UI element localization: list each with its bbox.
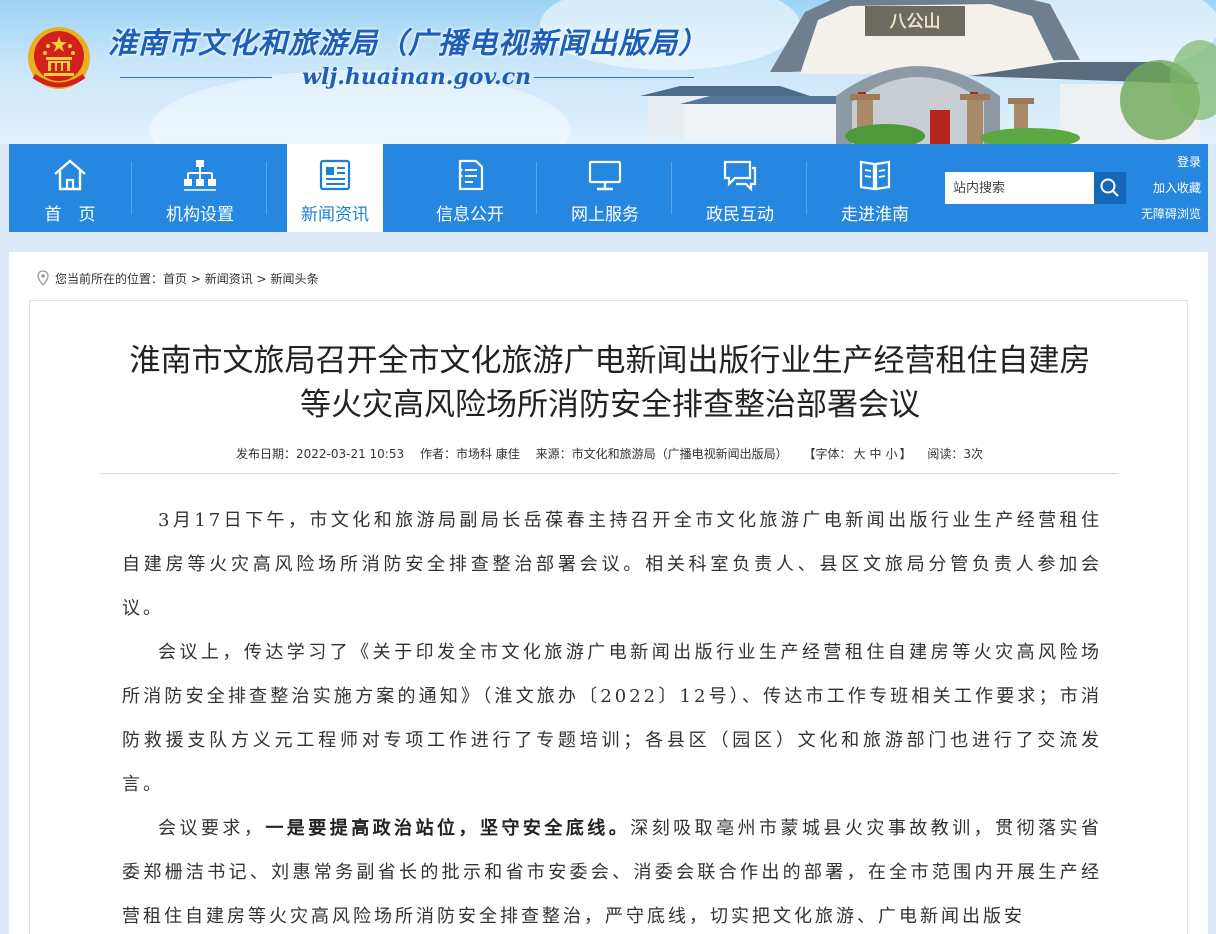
article-title-line2: 等火灾高风险场所消防安全排查整治部署会议 — [300, 387, 920, 423]
article-body: 3月17日下午，市文化和旅游局副局长岳葆春主持召开全市文化旅游广电新闻出版行业生… — [122, 499, 1102, 934]
site-title: 淮南市文化和旅游局（广播电视新闻出版局） — [108, 26, 709, 60]
accessible-browse-link[interactable]: 无障碍浏览 — [1131, 204, 1201, 230]
nav-label-about-huainan: 走进淮南 — [841, 205, 909, 225]
login-link[interactable]: 登录 — [1131, 152, 1201, 178]
article-frame: 淮南市文旅局召开全市文化旅游广电新闻出版行业生产经营租住自建房 等火灾高风险场所… — [29, 300, 1188, 934]
search-input[interactable] — [945, 172, 1094, 204]
article-meta: 发布日期：2022-03-21 10:53 作者：市场科 康佳 来源：市文化和旅… — [30, 445, 1189, 462]
font-size-switcher: 【字体：大中小】 — [803, 447, 911, 461]
breadcrumb: 您当前所在的位置：首页 > 新闻资讯 > 新闻头条 — [37, 270, 319, 287]
font-large-button[interactable]: 大 — [853, 447, 865, 461]
breadcrumb-separator: > — [256, 272, 267, 286]
publish-date: 发布日期：2022-03-21 10:53 — [235, 447, 405, 461]
svg-text:八公山: 八公山 — [890, 12, 941, 32]
nav-label-info-disclosure: 信息公开 — [436, 205, 504, 225]
nav-item-news[interactable]: 新闻资讯 — [287, 144, 383, 232]
article-title: 淮南市文旅局召开全市文化旅游广电新闻出版行业生产经营租住自建房 等火灾高风险场所… — [70, 339, 1150, 427]
paragraph-1: 3月17日下午，市文化和旅游局副局长岳葆春主持召开全市文化旅游广电新闻出版行业生… — [122, 510, 1102, 619]
font-size-suffix: 】 — [899, 447, 912, 461]
nav-separator — [266, 162, 267, 214]
paragraph-2: 会议上，传达学习了《关于印发全市文化旅游广电新闻出版行业生产经营租住自建房等火灾… — [122, 642, 1102, 795]
nav-label-news: 新闻资讯 — [301, 205, 369, 225]
article-title-line1: 淮南市文旅局召开全市文化旅游广电新闻出版行业生产经营租住自建房 — [129, 343, 1091, 379]
nav-item-online-service[interactable]: 网上服务 — [557, 144, 653, 232]
nav-item-about-huainan[interactable]: 走进淮南 — [827, 144, 923, 232]
nav-label-interaction: 政民互动 — [706, 205, 774, 225]
banner-gate-illustration: 八公山 — [640, 0, 1216, 144]
nav-item-info-disclosure[interactable]: 信息公开 — [422, 144, 518, 232]
url-rule-left — [120, 77, 272, 78]
author: 作者：市场科 康佳 — [419, 447, 520, 461]
paragraph-3-lead: 会议要求， — [158, 818, 266, 839]
breadcrumb-current-link[interactable]: 新闻头条 — [270, 272, 318, 286]
meta-divider — [100, 473, 1118, 474]
paragraph-3: 会议要求，一是要提高政治站位，坚守安全底线。深刻吸取亳州市蒙城县火灾事故教训，贯… — [122, 807, 1102, 934]
source: 来源：市文化和旅游局（广播电视新闻出版局） — [535, 447, 788, 461]
org-chart-icon — [184, 160, 216, 191]
add-favorite-link[interactable]: 加入收藏 — [1131, 178, 1201, 204]
utility-links: 登录 加入收藏 无障碍浏览 — [1131, 152, 1201, 230]
site-url: wlj.huainan.gov.cn — [302, 64, 532, 90]
breadcrumb-home-link[interactable]: 首页 — [163, 272, 187, 286]
search-button[interactable] — [1094, 172, 1126, 204]
font-size-prefix: 【字体： — [803, 447, 852, 461]
nav-label-home: 首 页 — [44, 205, 96, 225]
breadcrumb-prefix: 您当前所在的位置： — [55, 272, 164, 286]
nav-item-home[interactable]: 首 页 — [22, 144, 118, 232]
breadcrumb-separator: > — [190, 272, 201, 286]
font-medium-button[interactable]: 中 — [869, 447, 881, 461]
nav-label-organization: 机构设置 — [166, 205, 234, 225]
nav-label-online-service: 网上服务 — [571, 205, 639, 225]
book-icon — [859, 160, 891, 191]
chat-icon — [723, 160, 757, 192]
font-small-button[interactable]: 小 — [886, 447, 898, 461]
nav-separator — [671, 162, 672, 214]
monitor-icon — [588, 160, 622, 191]
search-icon — [1100, 178, 1119, 197]
home-icon — [54, 159, 86, 191]
document-icon — [458, 159, 484, 191]
nav-item-organization[interactable]: 机构设置 — [152, 144, 248, 232]
header-banner: 淮南市文化和旅游局（广播电视新闻出版局） wlj.huainan.gov.cn … — [0, 0, 1216, 144]
paragraph-3-bold: 一是要提高政治站位，坚守安全底线。 — [265, 818, 631, 839]
nav-separator — [806, 162, 807, 214]
content-panel: 您当前所在的位置：首页 > 新闻资讯 > 新闻头条 淮南市文旅局召开全市文化旅游… — [9, 252, 1208, 934]
breadcrumb-section-link[interactable]: 新闻资讯 — [205, 272, 253, 286]
nav-separator — [536, 162, 537, 214]
location-pin-icon — [37, 270, 49, 286]
nav-item-interaction[interactable]: 政民互动 — [692, 144, 788, 232]
newspaper-icon — [319, 159, 351, 191]
nav-separator — [131, 162, 132, 214]
national-emblem-icon — [28, 27, 90, 89]
main-nav: 首 页 机构设置 新闻资讯 信息公开 网上服务 政民互动 走进淮南 站内搜索 登… — [9, 144, 1208, 232]
view-count: 阅读：3次 — [927, 447, 983, 461]
